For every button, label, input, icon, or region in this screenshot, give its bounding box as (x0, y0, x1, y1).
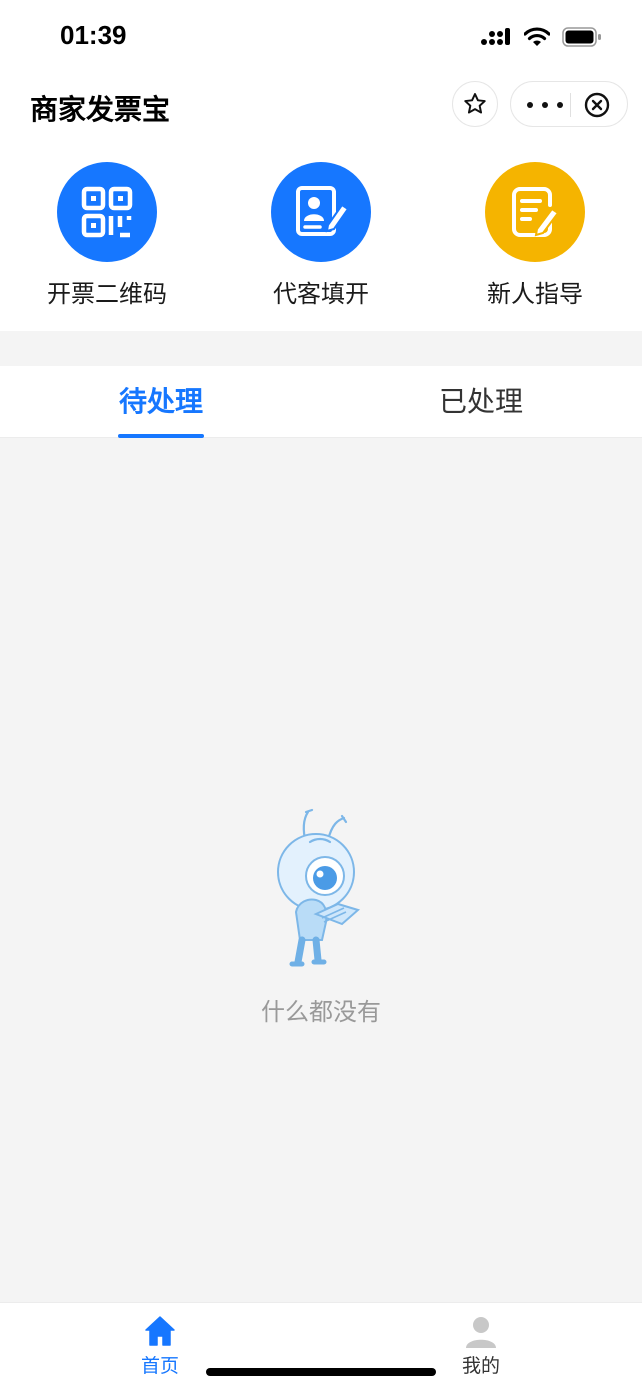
tab-pending-label: 待处理 (118, 385, 203, 418)
tab-processed-label: 已处理 (438, 385, 523, 418)
newbie-guide-action[interactable]: 新人指导 (450, 162, 620, 309)
fill-for-customer-action[interactable]: 代客填开 (236, 162, 406, 309)
capsule-menu (510, 81, 628, 127)
home-icon (145, 1316, 175, 1346)
tab-active-indicator (118, 434, 204, 438)
cellular-signal-icon (481, 28, 510, 45)
tab-pending[interactable]: 待处理 (118, 366, 204, 438)
quick-actions: 开票二维码 代客填开 新人指导 (0, 136, 642, 331)
status-tabs: 待处理 已处理 (0, 366, 642, 438)
tab-home[interactable]: 首页 (110, 1313, 210, 1378)
tab-processed[interactable]: 已处理 (438, 366, 524, 438)
favorite-button[interactable] (452, 81, 498, 127)
document-edit-icon (485, 162, 585, 262)
page-title: 商家发票宝 (30, 93, 171, 126)
status-time: 01:39 (60, 20, 127, 50)
empty-state: 什么都没有 (0, 800, 642, 1027)
qr-code-label: 开票二维码 (47, 280, 167, 308)
tab-mine-label: 我的 (461, 1355, 500, 1377)
star-icon (464, 93, 486, 114)
battery-icon (562, 27, 601, 47)
title-bar: 商家发票宝 (0, 74, 642, 136)
status-icons (480, 24, 602, 50)
wifi-icon (524, 27, 550, 46)
fill-for-customer-label: 代客填开 (273, 280, 369, 308)
more-dot-icon (557, 102, 563, 108)
tab-home-label: 首页 (140, 1355, 179, 1377)
ant-mascot-reading-icon (277, 808, 361, 967)
more-button[interactable] (527, 92, 563, 118)
more-dot-icon (527, 102, 533, 108)
capsule-divider (570, 93, 571, 117)
user-icon (466, 1317, 496, 1348)
more-dot-icon (542, 102, 548, 108)
empty-state-text: 什么都没有 (261, 998, 381, 1026)
qr-code-action[interactable]: 开票二维码 (22, 162, 192, 309)
status-bar: 01:39 (0, 0, 642, 74)
close-icon[interactable] (584, 92, 610, 118)
tab-mine[interactable]: 我的 (431, 1313, 531, 1378)
qr-code-icon (57, 162, 157, 262)
id-card-edit-icon (271, 162, 371, 262)
home-indicator (206, 1368, 436, 1376)
newbie-guide-label: 新人指导 (487, 280, 583, 308)
